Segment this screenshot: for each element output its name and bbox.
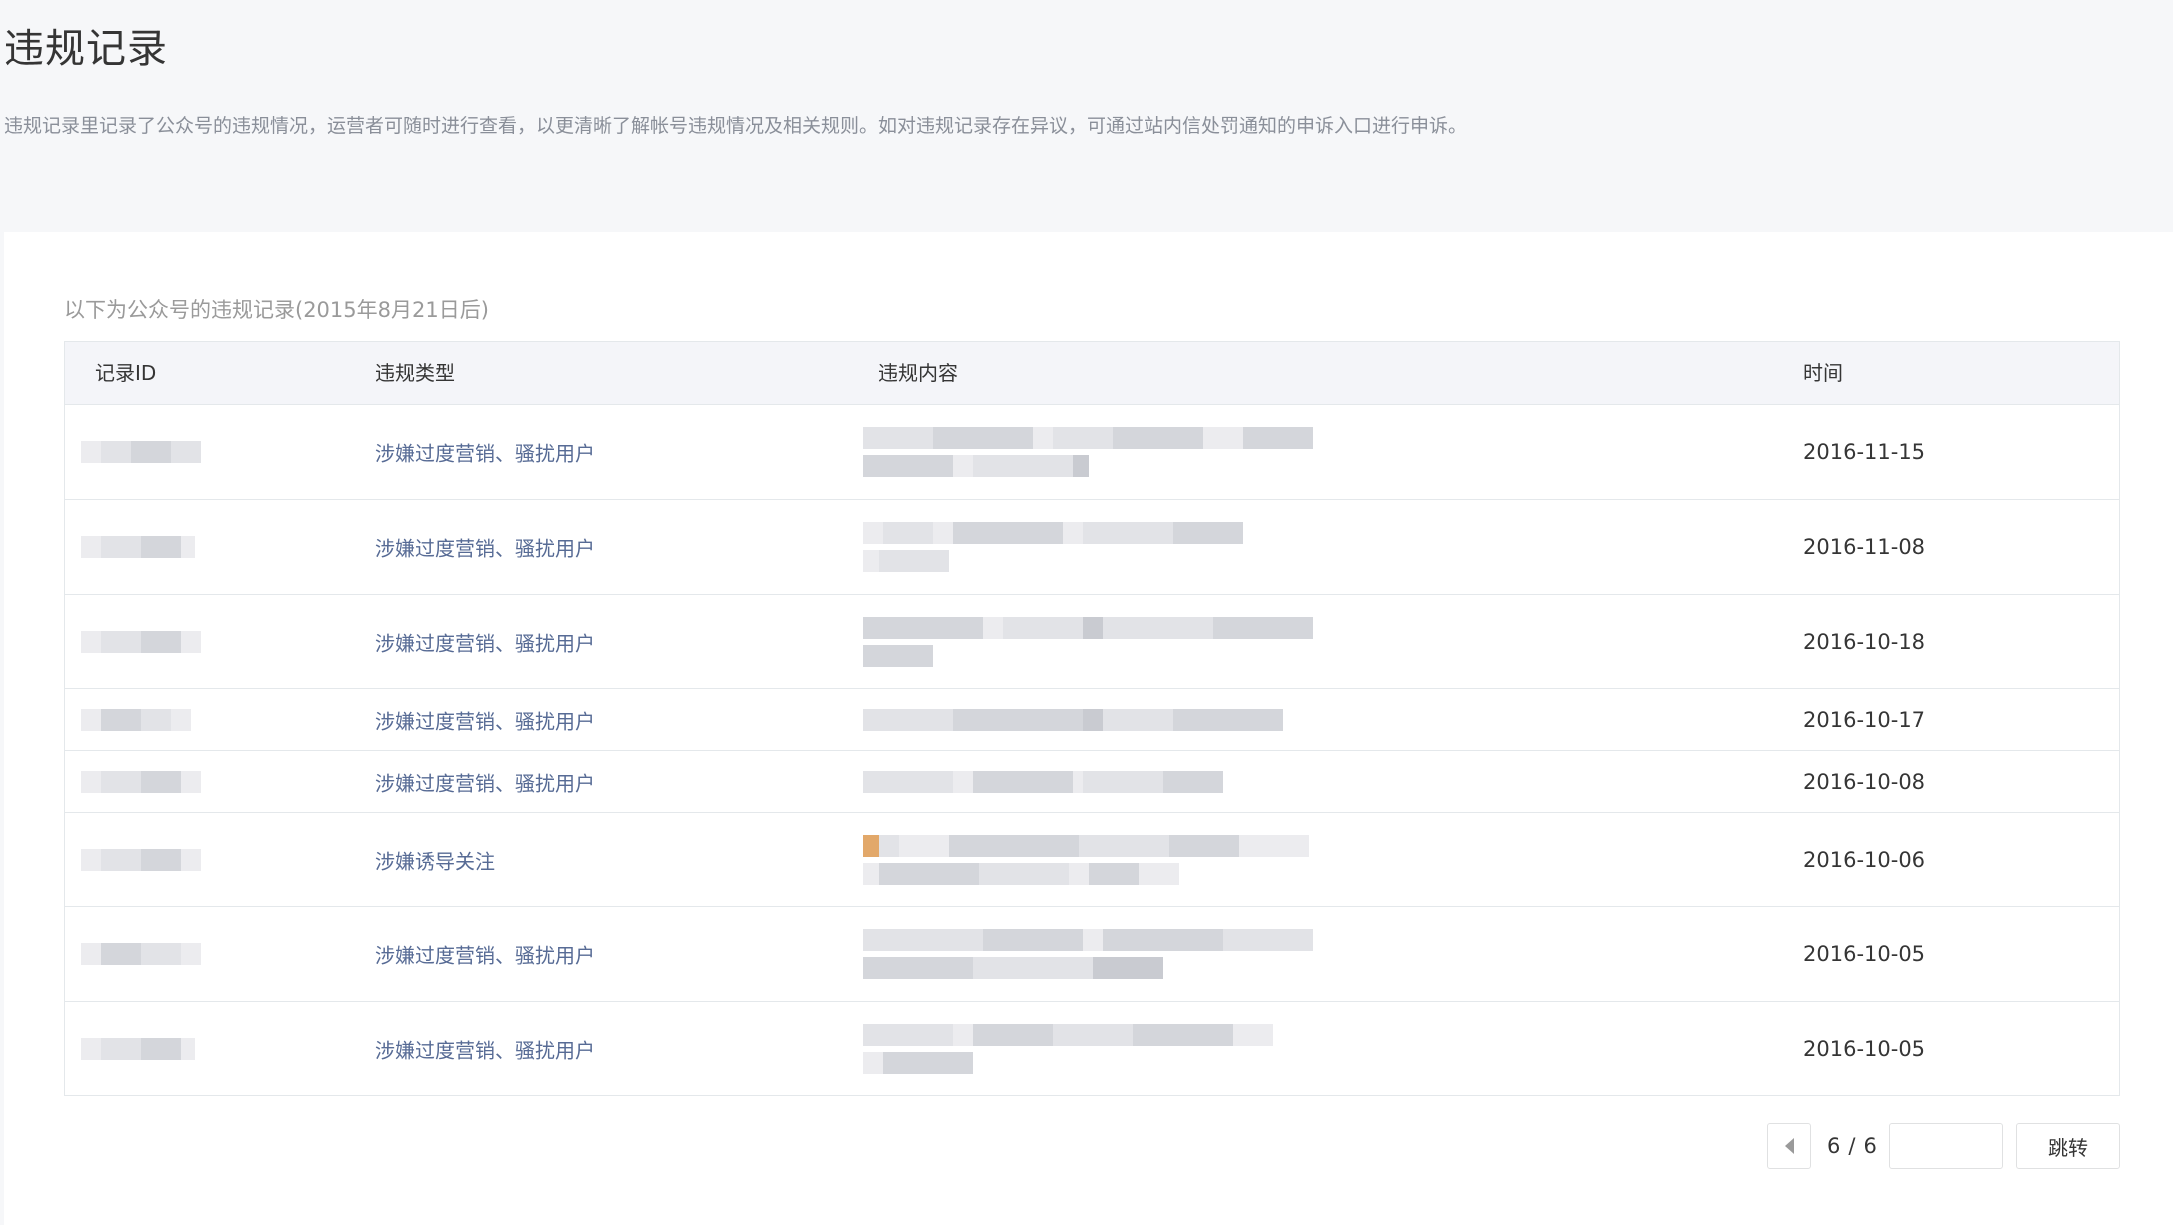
- total-pages: 6: [1863, 1134, 1877, 1158]
- violation-content-redacted: [863, 708, 1283, 731]
- table-row: 涉嫌过度营销、骚扰用户 2016-11-15: [65, 405, 2119, 500]
- record-id-redacted: [81, 708, 191, 731]
- page-header: 违规记录 违规记录里记录了公众号的违规情况，运营者可随时进行查看，以更清晰了解帐…: [0, 0, 2173, 232]
- table-row: 涉嫌过度营销、骚扰用户 2016-10-17: [65, 689, 2119, 751]
- violation-content-redacted: [863, 616, 1313, 667]
- violation-time: 2016-11-08: [1803, 535, 1926, 559]
- violation-type-link[interactable]: 涉嫌过度营销、骚扰用户: [375, 1034, 595, 1063]
- jump-button[interactable]: 跳转: [2016, 1123, 2120, 1169]
- table-row: 涉嫌过度营销、骚扰用户 2016-10-08: [65, 751, 2119, 813]
- pagination: 6 / 6 跳转: [1767, 1123, 2120, 1169]
- record-id-redacted: [81, 770, 201, 793]
- violation-time: 2016-10-06: [1803, 847, 1926, 872]
- record-id-redacted: [81, 848, 201, 871]
- violation-time: 2016-10-05: [1803, 942, 1926, 966]
- violation-type-link[interactable]: 涉嫌过度营销、骚扰用户: [375, 767, 595, 796]
- violation-time: 2016-10-08: [1803, 769, 1926, 794]
- page-title: 违规记录: [4, 26, 168, 72]
- violation-type-link[interactable]: 涉嫌过度营销、骚扰用户: [375, 705, 595, 734]
- violation-type-link[interactable]: 涉嫌诱导关注: [375, 845, 495, 874]
- page-description: 违规记录里记录了公众号的违规情况，运营者可随时进行查看，以更清晰了解帐号违规情况…: [4, 115, 1468, 137]
- table-row: 涉嫌过度营销、骚扰用户 2016-10-18: [65, 595, 2119, 689]
- column-header-violation-type: 违规类型: [375, 361, 455, 385]
- violation-content-redacted: [863, 770, 1223, 793]
- record-id-redacted: [81, 536, 195, 558]
- record-id-redacted: [81, 1037, 195, 1060]
- violation-type-link[interactable]: 涉嫌过度营销、骚扰用户: [375, 940, 595, 969]
- column-header-record-id: 记录ID: [95, 361, 157, 385]
- violation-time: 2016-10-17: [1803, 707, 1926, 732]
- record-id-redacted: [81, 630, 201, 653]
- violation-content-redacted: [863, 1023, 1273, 1074]
- record-id-redacted: [81, 441, 201, 463]
- table-row: 涉嫌过度营销、骚扰用户 2016-11-08: [65, 500, 2119, 595]
- violation-time: 2016-10-05: [1803, 1036, 1926, 1061]
- violation-type-link[interactable]: 涉嫌过度营销、骚扰用户: [375, 533, 595, 562]
- record-id-redacted: [81, 943, 201, 965]
- violation-content-redacted: [863, 522, 1243, 572]
- violation-type-link[interactable]: 涉嫌过度营销、骚扰用户: [375, 438, 595, 467]
- table-row: 涉嫌过度营销、骚扰用户 2016-10-05: [65, 1002, 2119, 1095]
- table-header: 记录ID 违规类型 违规内容 时间: [65, 342, 2119, 405]
- violation-type-link[interactable]: 涉嫌过度营销、骚扰用户: [375, 627, 595, 656]
- violation-time: 2016-10-18: [1803, 629, 1926, 654]
- current-page: 6: [1827, 1134, 1841, 1158]
- violation-time: 2016-11-15: [1803, 440, 1926, 464]
- page-separator: /: [1848, 1134, 1856, 1158]
- column-header-violation-content: 违规内容: [878, 361, 958, 385]
- table-row: 涉嫌诱导关注 2016-10-06: [65, 813, 2119, 907]
- prev-page-button[interactable]: [1767, 1123, 1811, 1169]
- page-indicator: 6 / 6: [1823, 1123, 1881, 1169]
- triangle-left-icon: [1784, 1138, 1794, 1154]
- violation-table: 记录ID 违规类型 违规内容 时间 涉嫌过度营销、骚扰用户 2016-11-15…: [64, 341, 2120, 1096]
- table-row: 涉嫌过度营销、骚扰用户 2016-10-05: [65, 907, 2119, 1002]
- panel-subtitle: 以下为公众号的违规记录(2015年8月21日后): [64, 298, 489, 322]
- jump-page-input[interactable]: [1889, 1123, 2003, 1169]
- violation-panel: 以下为公众号的违规记录(2015年8月21日后) 记录ID 违规类型 违规内容 …: [4, 232, 2173, 1225]
- violation-content-redacted: [863, 427, 1313, 477]
- violation-content-redacted: [863, 834, 1309, 885]
- violation-content-redacted: [863, 929, 1313, 979]
- column-header-time: 时间: [1803, 361, 1843, 385]
